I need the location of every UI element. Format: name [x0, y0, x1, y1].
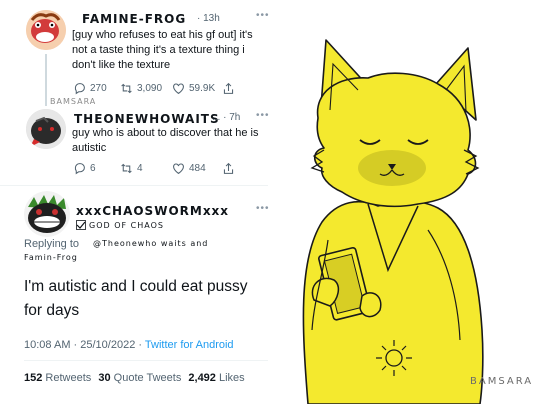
thread-line-1: [45, 54, 47, 106]
tweet3-replying-handle-1[interactable]: @Theonewho waits and: [93, 239, 208, 248]
likes-stat[interactable]: 2,492 Likes: [188, 372, 244, 384]
retweets-label: Retweets: [45, 372, 92, 384]
likes-count: 2,492: [188, 372, 216, 384]
tweet3-text: I'm autistic and I could eat pussy for d…: [24, 275, 274, 323]
reply-icon: [74, 83, 85, 95]
tweet3-engagement-stats: 152 Retweets 30 Quote Tweets 2,492 Likes: [24, 372, 245, 384]
retweets-stat[interactable]: 152 Retweets: [24, 372, 91, 384]
tweet2-reply-button[interactable]: 6: [73, 162, 96, 175]
tweet3-replying-prefix: Replying to: [24, 238, 80, 250]
divider: [24, 360, 268, 361]
tweet1-text: [guy who refuses to eat his gf out] it's…: [72, 28, 253, 73]
tweet2-text-line: autistic: [72, 142, 107, 154]
dark-character-face-icon: [26, 109, 66, 149]
tweet1-like-count: 59.9K: [189, 83, 216, 94]
tweet1-author-name[interactable]: FAMINE-FROG: [82, 12, 186, 26]
tweet2-text-line: guy who is about to discover that he is: [72, 127, 259, 139]
tweet2-reply-count: 6: [90, 163, 96, 174]
tweet1-reply-count: 270: [90, 83, 107, 94]
tweet2-like-button[interactable]: 484: [172, 162, 206, 175]
tweet3-timestamp: 10:08 AM · 25/10/2022 ·: [24, 339, 145, 351]
tweet3-client-link[interactable]: Twitter for Android: [145, 339, 234, 351]
tweet3-subtitle-text: GOD OF CHAOS: [89, 220, 164, 230]
tweet2-retweet-button[interactable]: 4: [120, 162, 143, 175]
reply-icon: [74, 163, 85, 175]
quotes-label: Quote Tweets: [113, 372, 182, 384]
heart-icon: [173, 163, 184, 175]
divider: [0, 185, 268, 186]
tweet1-reply-button[interactable]: 270: [73, 82, 107, 95]
tweet1-share-button[interactable]: [222, 82, 235, 95]
tweet3-text-line: I'm autistic and I could eat pussy: [24, 278, 248, 295]
badge-icon: [76, 220, 86, 230]
tweet2-time[interactable]: ... · 7h: [212, 112, 240, 123]
quotes-stat[interactable]: 30 Quote Tweets: [98, 372, 181, 384]
heart-icon: [173, 83, 184, 95]
tweet3-text-line: for days: [24, 302, 80, 319]
chaosworm-avatar[interactable]: [24, 191, 70, 237]
tweet3-author-name[interactable]: xxxCHAOSWORMxxx: [76, 204, 229, 218]
retweet-icon: [121, 163, 132, 174]
tweet1-text-line: don't like the texture: [72, 59, 171, 71]
tweet1-time[interactable]: · 13h: [197, 13, 220, 24]
tweet1-text-line: [guy who refuses to eat his gf out] it's: [72, 29, 253, 41]
tweet1-retweet-button[interactable]: 3,090: [120, 82, 162, 95]
retweet-icon: [121, 83, 132, 94]
tweet2-share-button[interactable]: [222, 162, 235, 175]
famine-frog-avatar[interactable]: [26, 10, 66, 50]
share-icon: [223, 162, 234, 174]
tweet3-replying-handle-2[interactable]: Famin-Frog: [24, 253, 78, 262]
hand-right: [359, 292, 382, 318]
cat-reading-phone-illustration: [302, 39, 484, 404]
tweet1-like-button[interactable]: 59.9K: [172, 82, 215, 95]
bamsara-watermark: BAMSARA: [50, 97, 97, 106]
chaos-worm-face-icon: [24, 191, 70, 237]
retweets-count: 152: [24, 372, 43, 384]
tweet2-like-count: 484: [189, 163, 206, 174]
tweet2-author-name[interactable]: THEONEWHOWAITS: [74, 112, 220, 126]
frog-face-icon: [26, 10, 66, 50]
share-icon: [223, 82, 234, 94]
theonewhowaits-avatar[interactable]: [26, 109, 66, 149]
tweet1-text-line: not a taste thing it's a texture thing i: [72, 44, 245, 56]
tweet2-text: guy who is about to discover that he is …: [72, 126, 259, 156]
tweet3-subtitle: GOD OF CHAOS: [76, 220, 164, 230]
likes-label: Likes: [218, 372, 245, 384]
tweet2-retweet-count: 4: [137, 163, 143, 174]
tweet1-retweet-count: 3,090: [137, 83, 163, 94]
tweet3-meta: 10:08 AM · 25/10/2022 · Twitter for Andr…: [24, 339, 234, 351]
artist-signature: BAMSARA: [470, 376, 534, 387]
quotes-count: 30: [98, 372, 111, 384]
